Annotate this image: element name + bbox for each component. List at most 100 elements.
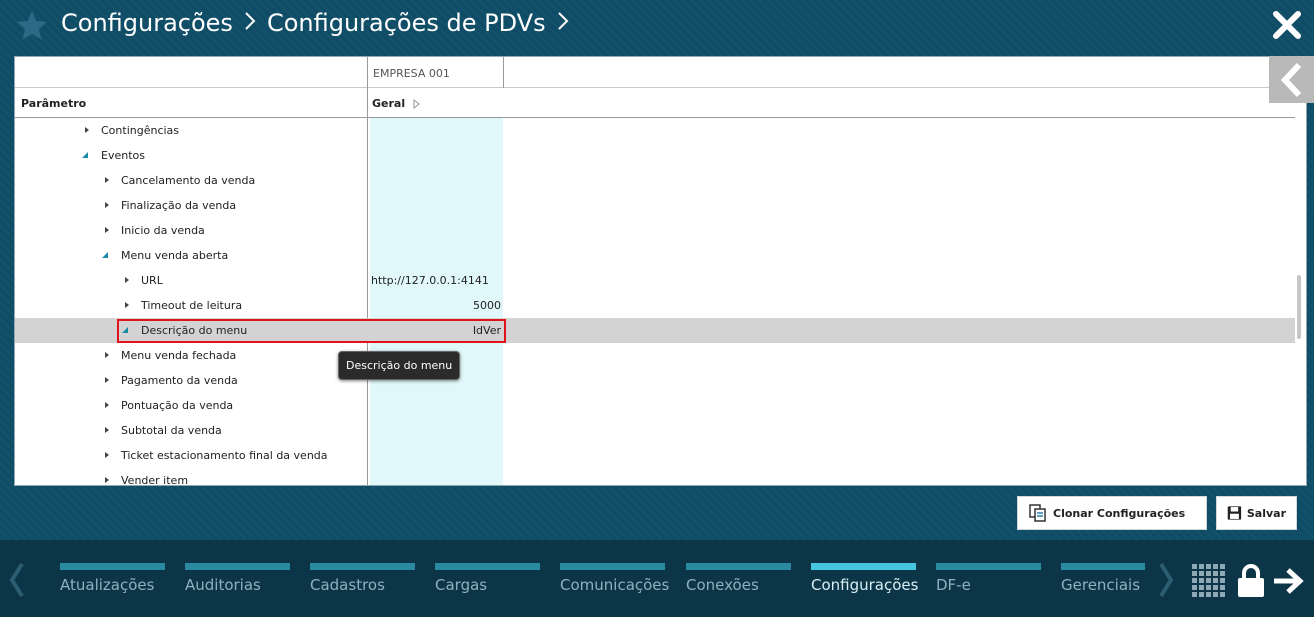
row-label: Eventos — [101, 149, 145, 162]
row-label: Cancelamento da venda — [121, 174, 256, 187]
save-button[interactable]: Salvar — [1216, 496, 1297, 530]
expand-right-icon[interactable] — [123, 301, 131, 309]
nav-item-bar — [560, 563, 665, 570]
nav-prev-icon[interactable] — [8, 562, 26, 598]
bottom-navigation: Atualizações Auditorias Cadastros Cargas… — [0, 540, 1314, 617]
expand-right-icon[interactable] — [103, 226, 111, 234]
nav-item-bar — [1061, 563, 1145, 570]
nav-item-dfe[interactable]: DF-e — [936, 563, 1041, 603]
expand-right-icon[interactable] — [413, 98, 420, 109]
tree-row-url[interactable]: URL http://127.0.0.1:4141 — [15, 268, 1295, 293]
nav-item-cargas[interactable]: Cargas — [435, 563, 540, 603]
nav-item-bar — [185, 563, 290, 570]
expand-right-icon[interactable] — [103, 176, 111, 184]
collapse-icon[interactable] — [101, 251, 109, 259]
row-label: Timeout de leitura — [141, 299, 243, 312]
vertical-scrollbar[interactable] — [1297, 275, 1301, 339]
lock-icon[interactable] — [1237, 564, 1265, 597]
tooltip: Descrição do menu — [338, 351, 461, 380]
nav-item-label: DF-e — [936, 576, 971, 594]
row-label: Pagamento da venda — [121, 374, 238, 387]
breadcrumb-item[interactable]: Configurações de PDVs — [267, 9, 546, 37]
chevron-right-icon — [239, 9, 261, 37]
expand-right-icon[interactable] — [103, 426, 111, 434]
expand-right-icon[interactable] — [103, 376, 111, 384]
tree-row-pontuacao[interactable]: Pontuação da venda — [15, 393, 1295, 418]
chevron-left-icon — [1280, 62, 1301, 97]
column-divider — [367, 88, 368, 118]
nav-item-bar — [686, 563, 791, 570]
clone-button-label: Clonar Configurações — [1053, 506, 1186, 520]
nav-item-comunicacoes[interactable]: Comunicações — [560, 563, 669, 603]
logout-arrow-icon[interactable] — [1272, 566, 1306, 596]
nav-next-icon[interactable] — [1157, 562, 1175, 598]
tree-row-contingencias[interactable]: Contingências — [15, 118, 1295, 143]
expand-right-icon[interactable] — [103, 401, 111, 409]
nav-item-label: Gerenciais — [1061, 576, 1141, 594]
tree-row-menu-venda-aberta[interactable]: Menu venda aberta — [15, 243, 1295, 268]
geral-column-header[interactable]: Geral — [372, 97, 420, 110]
row-label: URL — [141, 274, 163, 287]
tree-row-timeout[interactable]: Timeout de leitura 5000 — [15, 293, 1295, 318]
row-label: Menu venda fechada — [121, 349, 237, 362]
row-label: Subtotal da venda — [121, 424, 222, 437]
geral-label: Geral — [372, 97, 406, 110]
copy-icon — [1029, 504, 1046, 522]
expand-right-icon[interactable] — [103, 451, 111, 459]
parameters-grid: EMPRESA 001 Parâmetro Geral Contingência… — [14, 56, 1307, 486]
tree-row-pagamento[interactable]: Pagamento da venda — [15, 368, 1295, 393]
row-label: Ticket estacionamento final da venda — [121, 449, 328, 462]
header: Configurações Configurações de PDVs — [0, 0, 1314, 56]
row-label: Pontuação da venda — [121, 399, 234, 412]
breadcrumb-item[interactable]: Configurações — [61, 9, 233, 37]
tree-row-cancelamento[interactable]: Cancelamento da venda — [15, 168, 1295, 193]
tree-row-finalizacao[interactable]: Finalização da venda — [15, 193, 1295, 218]
save-button-label: Salvar — [1246, 506, 1286, 520]
nav-item-bar — [435, 563, 540, 570]
parameter-column-header: Parâmetro — [21, 97, 87, 110]
floppy-disk-icon — [1227, 506, 1242, 520]
nav-item-bar — [936, 563, 1041, 570]
nav-item-conexoes[interactable]: Conexões — [686, 563, 791, 603]
nav-item-gerenciais[interactable]: Gerenciais — [1061, 563, 1145, 603]
expand-right-icon[interactable] — [103, 351, 111, 359]
row-value[interactable]: 5000 — [371, 299, 501, 312]
row-label: Vender item — [121, 474, 189, 486]
nav-item-label: Atualizações — [60, 576, 155, 594]
tree-row-vender-item[interactable]: Vender item — [15, 468, 1295, 486]
collapse-panel-button[interactable] — [1269, 56, 1314, 103]
highlight-annotation — [117, 319, 506, 343]
tree-row-eventos[interactable]: Eventos — [15, 143, 1295, 168]
nav-item-label: Configurações — [811, 576, 919, 594]
nav-item-label: Auditorias — [185, 576, 261, 594]
tree-row-inicio[interactable]: Inicio da venda — [15, 218, 1295, 243]
chevron-right-icon — [552, 9, 574, 37]
expand-right-icon[interactable] — [123, 276, 131, 284]
star-icon[interactable] — [14, 8, 50, 44]
nav-item-configuracoes[interactable]: Configurações — [811, 563, 919, 603]
tree-rows: Contingências Eventos Cancelamento da ve… — [15, 118, 1295, 486]
row-label: Menu venda aberta — [121, 249, 229, 262]
nav-item-auditorias[interactable]: Auditorias — [185, 563, 290, 603]
nav-item-label: Comunicações — [560, 576, 670, 594]
expand-right-icon[interactable] — [103, 201, 111, 209]
nav-item-bar — [310, 563, 415, 570]
tree-row-ticket[interactable]: Ticket estacionamento final da venda — [15, 443, 1295, 468]
nav-item-bar — [60, 563, 165, 570]
close-icon[interactable] — [1272, 10, 1302, 40]
row-label: Contingências — [101, 124, 180, 137]
expand-right-icon[interactable] — [83, 126, 91, 134]
nav-item-label: Cargas — [435, 576, 488, 594]
tree-row-menu-venda-fechada[interactable]: Menu venda fechada — [15, 343, 1295, 368]
row-value[interactable]: http://127.0.0.1:4141 — [371, 274, 501, 287]
company-column-header: EMPRESA 001 — [367, 57, 504, 88]
nav-item-bar — [811, 563, 916, 570]
clone-config-button[interactable]: Clonar Configurações — [1017, 496, 1207, 530]
column-header-row: Parâmetro Geral — [15, 88, 1295, 118]
collapse-icon[interactable] — [81, 151, 89, 159]
apps-grid-icon[interactable] — [1192, 564, 1225, 597]
tree-row-subtotal[interactable]: Subtotal da venda — [15, 418, 1295, 443]
expand-right-icon[interactable] — [103, 476, 111, 484]
nav-item-cadastros[interactable]: Cadastros — [310, 563, 415, 603]
nav-item-atualizacoes[interactable]: Atualizações — [60, 563, 165, 603]
